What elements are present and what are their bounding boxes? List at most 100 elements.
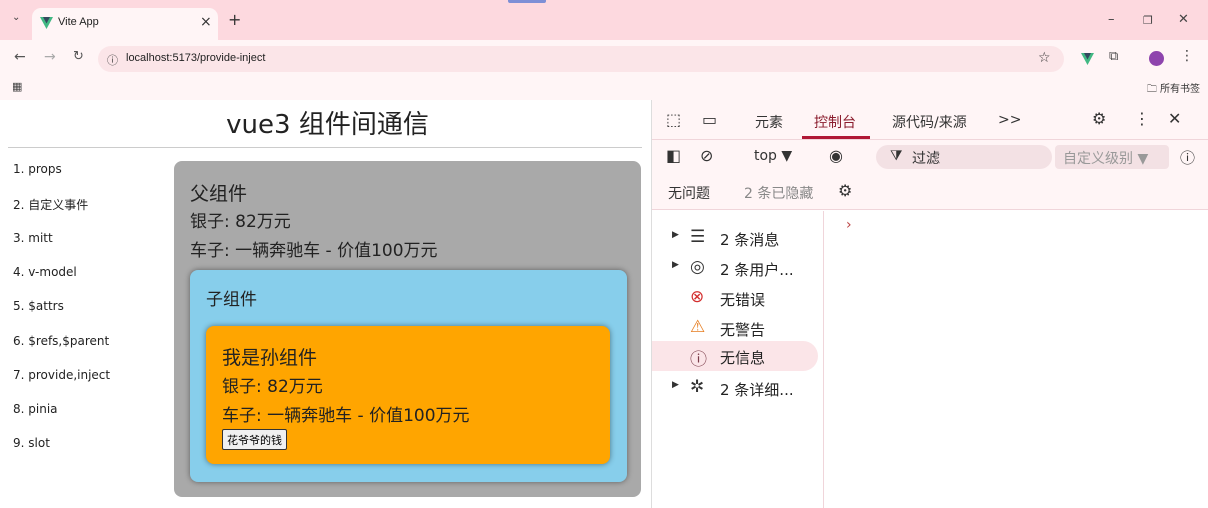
- all-bookmarks[interactable]: 🗀 所有书签: [1147, 80, 1200, 99]
- clear-console-icon[interactable]: ⊘: [700, 146, 713, 165]
- tab-console[interactable]: 控制台: [814, 112, 856, 132]
- vue-logo-icon: [40, 17, 53, 29]
- active-tab-indicator: [802, 136, 870, 139]
- tab-elements[interactable]: 元素: [755, 112, 783, 132]
- web-page: vue3 组件间通信 1. props 2. 自定义事件 3. mitt 4. …: [0, 100, 651, 508]
- hidden-count-label[interactable]: 2 条已隐藏: [744, 183, 813, 203]
- console-settings-icon[interactable]: ⚙: [838, 181, 852, 200]
- father-car: 车子: 一辆奔驰车 - 价值100万元: [190, 241, 438, 261]
- log-level-label: 自定义级别 ▼: [1063, 151, 1149, 167]
- list-icon: ☰: [690, 227, 706, 247]
- nav-link-v-model[interactable]: 4. v-model: [13, 265, 77, 279]
- nav-link-mitt[interactable]: 3. mitt: [13, 231, 53, 245]
- tab-sources[interactable]: 源代码/来源: [892, 112, 967, 132]
- site-info-icon[interactable]: ⓘ: [107, 52, 118, 68]
- nav-link-provide-inject[interactable]: 7. provide,inject: [13, 368, 110, 382]
- minimize-icon[interactable]: –: [1108, 12, 1115, 27]
- console-info-icon[interactable]: ⓘ: [1180, 147, 1195, 168]
- close-devtools-icon[interactable]: ✕: [1168, 109, 1181, 128]
- user-icon: ◎: [690, 257, 705, 277]
- warning-icon: ⚠: [690, 317, 706, 337]
- no-issues-label[interactable]: 无问题: [668, 183, 710, 203]
- device-toggle-icon[interactable]: ▭: [702, 110, 717, 129]
- apps-grid-icon[interactable]: ▦: [12, 80, 22, 93]
- sidebar-item-errors[interactable]: ⊗ 无错误: [652, 283, 818, 313]
- sidebar-item-label: 无错误: [720, 291, 766, 309]
- menu-kebab-icon[interactable]: ⋮: [1180, 48, 1194, 64]
- devtools-menu-icon[interactable]: ⋮: [1134, 109, 1150, 128]
- issues-bar: 无问题 2 条已隐藏 ⚙: [652, 174, 1208, 210]
- bookmark-star-icon[interactable]: ☆: [1038, 50, 1051, 66]
- nav-link-slot[interactable]: 9. slot: [13, 436, 50, 450]
- grandson-component: 我是孙组件 银子: 82万元 车子: 一辆奔驰车 - 价值100万元 花爷爷的钱: [206, 326, 610, 464]
- sidebar-item-label: 2 条用户...: [720, 261, 794, 279]
- browser-toolbar: ← → ↻ ⓘ localhost:5173/provide-inject ☆ …: [0, 40, 1208, 76]
- tab-title: Vite App: [58, 16, 99, 28]
- devtools-panel: ⬚ ▭ 元素 控制台 源代码/来源 >> ⚙ ⋮ ✕ ◧ ⊘ top ▼ ◉ ⧩…: [651, 100, 1208, 508]
- console-toolbar: ◧ ⊘ top ▼ ◉ ⧩ 过滤 自定义级别 ▼ ⓘ: [652, 140, 1208, 174]
- grandson-money: 银子: 82万元: [222, 377, 323, 397]
- live-expression-eye-icon[interactable]: ◉: [829, 146, 843, 165]
- browser-window: ⌄ Vite App × + – ❐ ✕ ← → ↻ ⓘ localhost:5…: [0, 0, 1208, 508]
- sidebar-item-verbose[interactable]: ▶ ✲ 2 条详细...: [652, 373, 818, 403]
- console-sidebar: ▶ ☰ 2 条消息 ▶ ◎ 2 条用户... ⊗ 无错误 ⚠ 无警告 ⓘ 无信息: [652, 211, 824, 508]
- child-component: 子组件 我是孙组件 银子: 82万元 车子: 一辆奔驰车 - 价值100万元 花…: [190, 270, 627, 482]
- close-window-icon[interactable]: ✕: [1178, 12, 1189, 27]
- tab-vite-app[interactable]: Vite App ×: [32, 8, 218, 40]
- father-component: 父组件 银子: 82万元 车子: 一辆奔驰车 - 价值100万元 子组件 我是孙…: [174, 161, 641, 497]
- extensions-icon[interactable]: ⧉: [1109, 49, 1118, 64]
- expand-arrow-icon: ▶: [672, 380, 679, 390]
- inspect-element-icon[interactable]: ⬚: [666, 110, 681, 129]
- sidebar-item-user-messages[interactable]: ▶ ◎ 2 条用户...: [652, 253, 818, 283]
- sidebar-item-label: 2 条消息: [720, 231, 780, 249]
- nav-link-custom-event[interactable]: 2. 自定义事件: [13, 196, 88, 213]
- nav-link-refs-parent[interactable]: 6. $refs,$parent: [13, 334, 109, 348]
- restore-icon[interactable]: ❐: [1143, 14, 1153, 27]
- nav-link-pinia[interactable]: 8. pinia: [13, 402, 58, 416]
- url-text: localhost:5173/provide-inject: [126, 52, 266, 64]
- sidebar-item-warnings[interactable]: ⚠ 无警告: [652, 313, 818, 343]
- info-icon: ⓘ: [690, 350, 707, 370]
- context-selector[interactable]: top ▼: [754, 148, 792, 164]
- settings-gear-icon[interactable]: ⚙: [1092, 109, 1106, 128]
- page-title: vue3 组件间通信: [226, 110, 429, 140]
- console-prompt[interactable]: ›: [846, 217, 852, 233]
- profile-avatar[interactable]: [1149, 51, 1164, 66]
- forward-icon[interactable]: →: [44, 49, 56, 65]
- log-level-select[interactable]: 自定义级别 ▼: [1055, 145, 1169, 169]
- more-tabs-icon[interactable]: >>: [998, 112, 1021, 128]
- child-title: 子组件: [206, 290, 257, 310]
- sidebar-item-label: 无警告: [720, 321, 766, 339]
- tab-close-icon[interactable]: ×: [200, 14, 212, 30]
- devtools-tab-bar: ⬚ ▭ 元素 控制台 源代码/来源 >> ⚙ ⋮ ✕: [652, 100, 1208, 140]
- nav-link-attrs[interactable]: 5. $attrs: [13, 299, 64, 313]
- grandson-title: 我是孙组件: [222, 347, 318, 369]
- filter-placeholder: 过滤: [912, 151, 940, 167]
- spend-money-button[interactable]: 花爷爷的钱: [222, 429, 287, 450]
- sidebar-item-info[interactable]: ⓘ 无信息: [652, 341, 818, 371]
- father-money: 银子: 82万元: [190, 212, 291, 232]
- back-icon[interactable]: ←: [14, 49, 26, 65]
- sidebar-item-label: 2 条详细...: [720, 381, 794, 399]
- expand-arrow-icon: ▶: [672, 230, 679, 240]
- expand-arrow-icon: ▶: [672, 260, 679, 270]
- console-filter-input[interactable]: ⧩ 过滤: [876, 145, 1052, 169]
- filter-icon: ⧩: [890, 148, 903, 164]
- bookmarks-bar: ▦ 🗀 所有书签: [0, 76, 1208, 100]
- tab-strip: ⌄ Vite App × + – ❐ ✕: [0, 0, 1208, 40]
- father-title: 父组件: [190, 183, 248, 205]
- new-tab-button[interactable]: +: [228, 10, 241, 29]
- folder-icon: 🗀: [1146, 84, 1160, 95]
- sidebar-toggle-icon[interactable]: ◧: [666, 146, 681, 165]
- tab-search-chevron-icon[interactable]: ⌄: [12, 12, 20, 23]
- bug-icon: ✲: [690, 377, 705, 397]
- sidebar-item-messages[interactable]: ▶ ☰ 2 条消息: [652, 223, 818, 253]
- reload-icon[interactable]: ↻: [73, 49, 84, 64]
- grandson-car: 车子: 一辆奔驰车 - 价值100万元: [222, 406, 470, 426]
- vue-devtools-extension-icon[interactable]: [1081, 53, 1094, 65]
- nav-link-props[interactable]: 1. props: [13, 162, 62, 176]
- all-bookmarks-label: 所有书签: [1160, 84, 1200, 95]
- error-icon: ⊗: [690, 287, 705, 307]
- address-bar[interactable]: ⓘ localhost:5173/provide-inject ☆: [98, 46, 1064, 72]
- sidebar-item-label: 无信息: [720, 349, 766, 367]
